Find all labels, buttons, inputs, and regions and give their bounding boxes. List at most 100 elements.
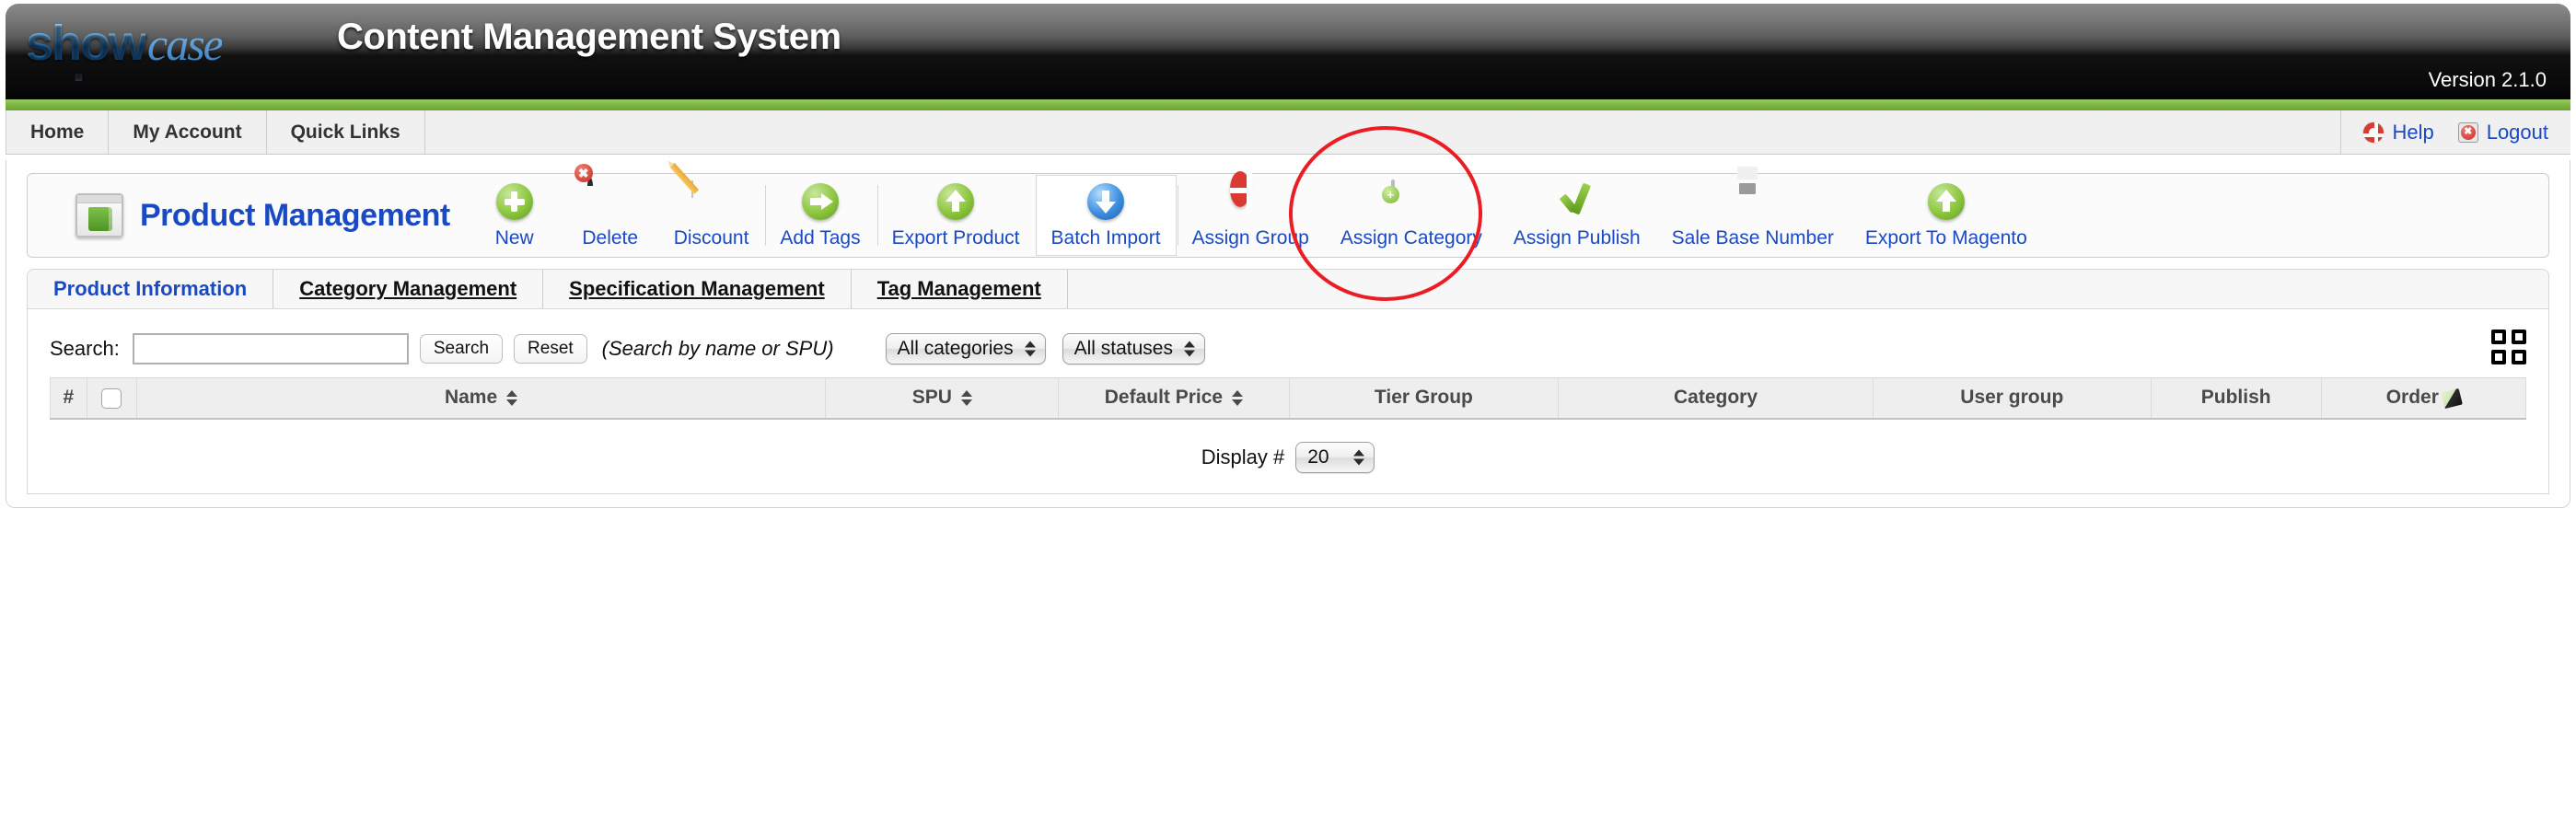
display-count-value: 20 <box>1307 445 1329 468</box>
display-count-select[interactable]: 20 <box>1295 441 1375 473</box>
column-header-name[interactable]: Name <box>135 377 827 420</box>
tab-category-management[interactable]: Category Management <box>273 270 544 308</box>
toolbar-label-export-product: Export Product <box>891 227 1020 249</box>
green-arrow-right-circle-icon <box>800 181 841 222</box>
reset-button[interactable]: Reset <box>514 334 587 364</box>
order-save-icon[interactable] <box>2441 387 2463 409</box>
logo-reflection-secondary: case <box>168 74 242 87</box>
display-count-row: Display # 20 <box>28 441 2548 473</box>
main-navbar: Home My Account Quick Links Help ✖ Logou… <box>6 110 2570 155</box>
column-header-tier-group: Tier Group <box>1288 377 1560 420</box>
select-all-checkbox[interactable] <box>101 387 122 409</box>
nav-item-quick-links[interactable]: Quick Links <box>267 110 425 154</box>
toolbar-label-sale-base-number: Sale Base Number <box>1671 227 1834 249</box>
column-label-default-price: Default Price <box>1104 387 1224 409</box>
logo-reflection-primary: show <box>46 74 166 90</box>
column-label-order: Order <box>2385 387 2439 409</box>
logo-secondary-text: case <box>147 18 224 70</box>
column-header-spu[interactable]: SPU <box>825 377 1060 420</box>
sort-icon[interactable] <box>506 389 518 406</box>
toolbar-button-discount[interactable]: Discount <box>658 162 765 256</box>
toolbar-button-batch-import[interactable]: Batch Import <box>1035 175 1177 256</box>
document-pencil-icon <box>668 162 732 222</box>
column-label-name: Name <box>444 387 498 409</box>
blue-arrow-down-circle-icon <box>1085 181 1126 222</box>
logo-primary-text: show <box>26 16 147 71</box>
toolbar-button-new[interactable]: New <box>467 175 563 256</box>
toolbar-button-assign-category[interactable]: + Assign Category <box>1325 175 1498 256</box>
column-label-index: # <box>63 387 75 409</box>
column-label-user-group: User group <box>1960 387 2064 409</box>
chevron-updown-icon <box>1353 449 1365 465</box>
sort-icon[interactable] <box>1232 389 1244 406</box>
column-label-spu: SPU <box>911 387 952 409</box>
sort-icon[interactable] <box>960 389 972 406</box>
nav-item-home[interactable]: Home <box>6 110 110 154</box>
column-header-index: # <box>50 377 87 420</box>
page-container: Product Management New ✖ Delete Discount… <box>6 126 2570 508</box>
toolbar-label-delete: Delete <box>582 227 639 249</box>
display-count-label: Display # <box>1201 445 1285 468</box>
app-title: Content Management System <box>337 17 841 57</box>
section-tabs: Product Information Category Management … <box>27 269 2549 309</box>
category-filter-value: All categories <box>897 338 1014 359</box>
toolbar-button-export-product[interactable]: Export Product <box>876 175 1036 256</box>
help-link[interactable]: Help <box>2363 121 2434 145</box>
search-button[interactable]: Search <box>419 334 504 364</box>
toolbar-button-assign-publish[interactable]: Assign Publish <box>1498 175 1656 256</box>
toolbar-label-assign-category: Assign Category <box>1340 227 1482 249</box>
toolbar-title-group: Product Management <box>28 193 467 237</box>
toolbar-label-assign-group: Assign Group <box>1191 227 1309 249</box>
app-banner: show case show case Content Management S… <box>6 4 2570 99</box>
column-header-default-price[interactable]: Default Price <box>1058 377 1290 420</box>
window-plus-icon: + <box>1381 179 1432 222</box>
page-title: Product Management <box>140 197 450 233</box>
toolbar-button-sale-base-number[interactable]: Sale Base Number <box>1656 175 1850 256</box>
toolbar-button-delete[interactable]: ✖ Delete <box>563 164 658 256</box>
green-plus-circle-icon <box>494 181 535 222</box>
column-header-order[interactable]: Order <box>2320 377 2527 420</box>
logout-label: Logout <box>2486 120 2548 144</box>
filter-selects: All categories All statuses <box>885 333 1205 364</box>
tab-specification-management[interactable]: Specification Management <box>543 270 852 308</box>
chevron-updown-icon <box>1024 341 1036 357</box>
column-header-user-group: User group <box>1872 377 2152 420</box>
version-label: Version 2.1.0 <box>2428 68 2547 91</box>
lifebuoy-icon <box>2363 121 2385 143</box>
tab-product-information[interactable]: Product Information <box>28 270 274 308</box>
table-header-row: # Name SPU Default Price Tier Group Cate… <box>50 377 2527 420</box>
product-table: # Name SPU Default Price Tier Group Cate… <box>50 377 2527 420</box>
search-input[interactable] <box>132 333 409 364</box>
column-header-category: Category <box>1558 377 1874 420</box>
logout-link[interactable]: ✖ Logout <box>2457 120 2548 145</box>
category-filter-select[interactable]: All categories <box>885 333 1046 364</box>
toolbar-label-add-tags: Add Tags <box>780 227 861 249</box>
column-label-tier-group: Tier Group <box>1374 387 1473 409</box>
column-label-category: Category <box>1673 387 1758 409</box>
showcase-logo: show case <box>26 15 224 75</box>
toolbar-button-assign-group[interactable]: Assign Group <box>1177 171 1325 256</box>
toolbar-label-assign-publish: Assign Publish <box>1513 227 1641 249</box>
toolbar-label-export-to-magento: Export To Magento <box>1864 227 2027 249</box>
toolbar-label-new: New <box>494 227 534 249</box>
status-filter-select[interactable]: All statuses <box>1062 333 1205 364</box>
green-check-icon <box>1557 181 1597 222</box>
column-header-publish: Publish <box>2150 377 2322 420</box>
toolbar-label-discount: Discount <box>673 227 749 249</box>
search-label: Search: <box>50 337 120 360</box>
lifebuoy-icon <box>1230 171 1271 222</box>
column-header-select-all[interactable] <box>86 377 137 420</box>
toolbar-label-batch-import: Batch Import <box>1050 227 1161 249</box>
nav-item-my-account[interactable]: My Account <box>109 110 267 154</box>
search-hint: (Search by name or SPU) <box>601 337 834 360</box>
toolbar-button-add-tags[interactable]: Add Tags <box>764 175 876 256</box>
grid-view-icon[interactable] <box>2491 330 2526 364</box>
toolbar-button-export-to-magento[interactable]: Export To Magento <box>1850 175 2043 256</box>
status-filter-value: All statuses <box>1073 338 1173 359</box>
floppy-disk-icon <box>1733 181 1773 222</box>
product-list-panel: Search: Search Reset (Search by name or … <box>27 309 2549 494</box>
tab-tag-management[interactable]: Tag Management <box>852 270 1068 308</box>
navbar-right-group: Help ✖ Logout <box>2340 110 2570 154</box>
search-filter-row: Search: Search Reset (Search by name or … <box>28 324 2548 377</box>
product-toolbar: Product Management New ✖ Delete Discount… <box>27 126 2549 301</box>
